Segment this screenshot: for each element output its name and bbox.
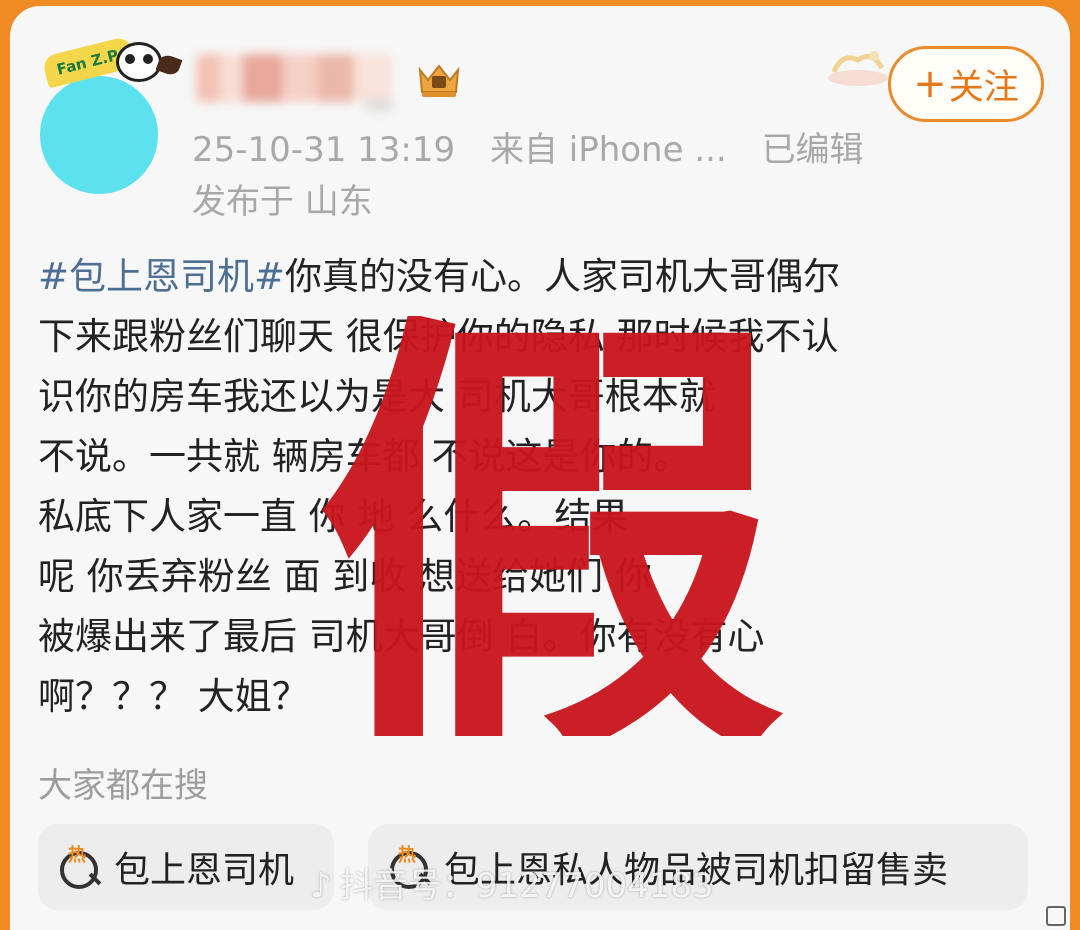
post-location: 发布于 山东 — [192, 182, 373, 222]
hashtag-link[interactable]: #包上恩司机# — [38, 255, 285, 298]
douyin-logo-icon: ♪ — [310, 866, 332, 906]
decoration-icon — [828, 51, 888, 86]
follow-label: 关注 — [948, 67, 1019, 108]
trending-search-title: 大家都在搜 — [38, 766, 208, 806]
username-blurred[interactable] — [196, 54, 392, 102]
panda-icon — [116, 42, 162, 82]
plus-icon: + — [913, 61, 947, 107]
fake-stamp: 假 — [315, 316, 785, 736]
avatar-circle — [40, 76, 158, 194]
post-timestamp: 25-10-31 13:19 — [192, 130, 456, 170]
trending-search-chip[interactable]: 热 包上恩司机 — [38, 824, 334, 910]
hot-search-icon: 热 — [58, 845, 102, 889]
avatar[interactable]: Fan Z.P. — [40, 35, 183, 194]
weibo-post-card: Fan Z.P. + 关注 25-10-31 13:19 来自 iPhone .… — [10, 6, 1070, 930]
post-source[interactable]: 来自 iPhone ... — [490, 130, 727, 170]
watermark-text: 抖音号：91277004183 — [339, 866, 714, 906]
follow-button[interactable]: + 关注 — [888, 46, 1044, 122]
fake-stamp-text: 假 — [315, 316, 785, 736]
corner-box-icon[interactable] — [1046, 906, 1066, 926]
post-meta: 25-10-31 13:19 来自 iPhone ... 已编辑 — [192, 122, 888, 171]
edited-label[interactable]: 已编辑 — [762, 130, 864, 170]
post-line: #包上恩司机#你真的没有心。人家司机大哥偶尔 — [38, 255, 841, 298]
douyin-watermark: ♪ 抖音号：91277004183 — [310, 858, 714, 907]
crown-badge-icon — [418, 64, 460, 97]
chip-label: 包上恩司机 — [114, 850, 295, 891]
